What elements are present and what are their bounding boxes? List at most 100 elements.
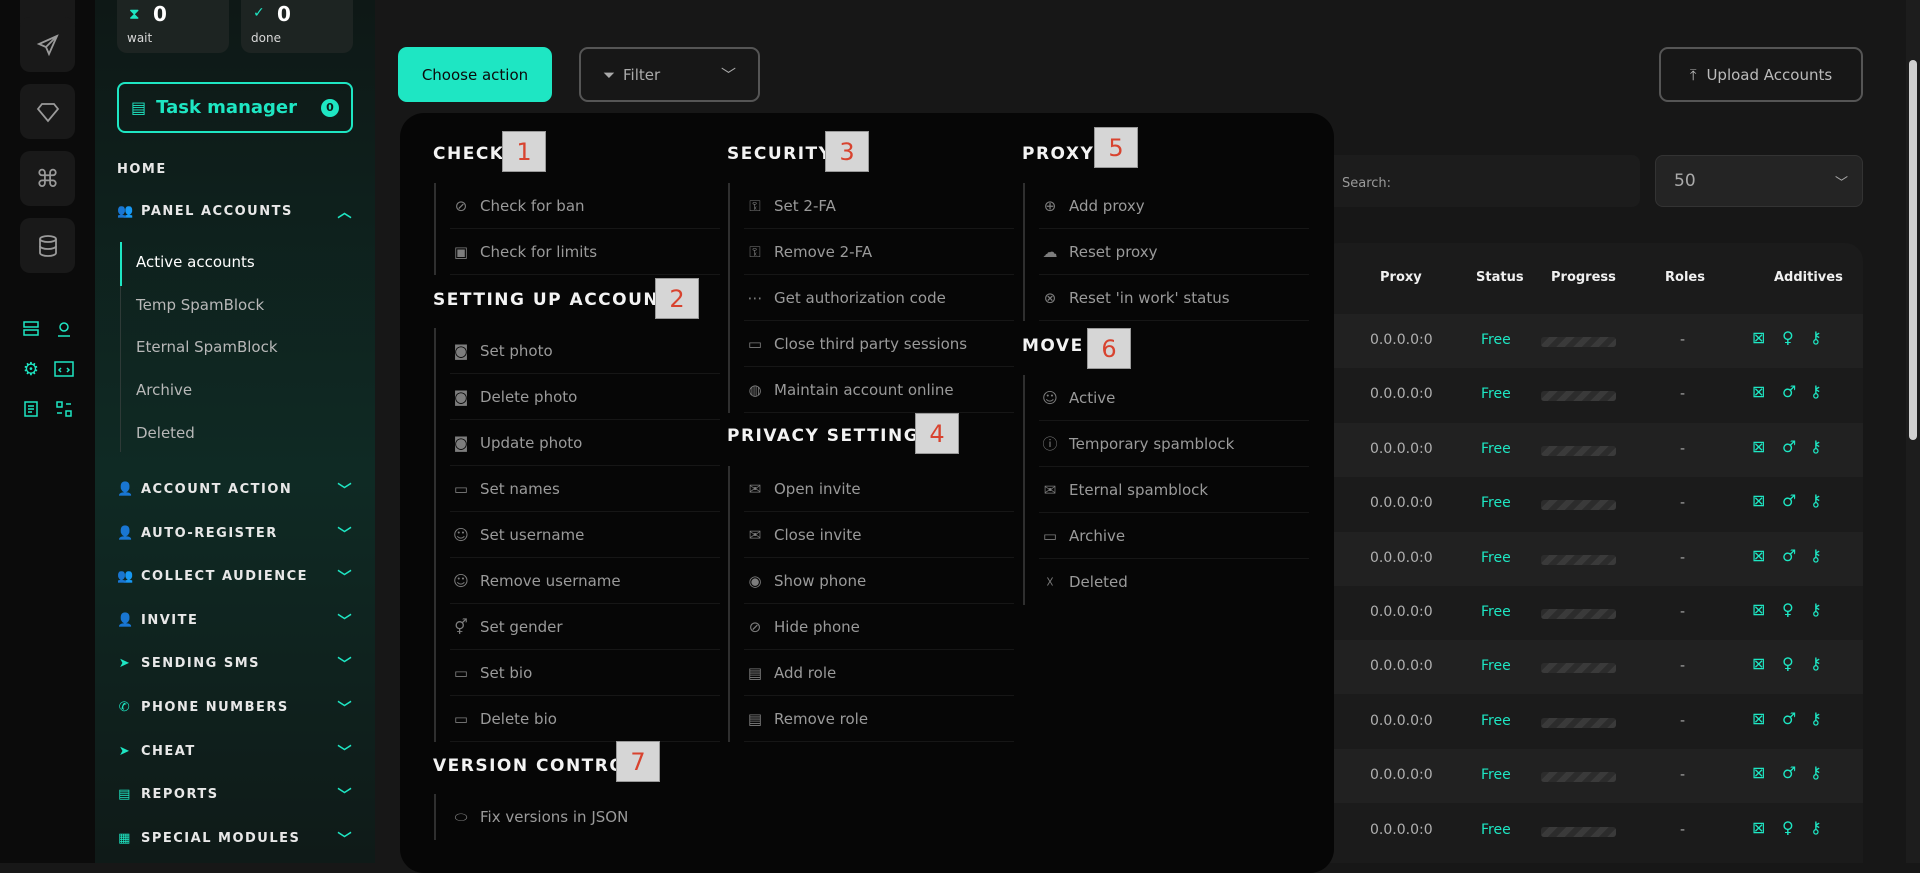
diamond-icon[interactable]: [20, 84, 75, 139]
table-row[interactable]: 0.0.0.0:0 Free - ⊠ ♀ ⚷: [1320, 640, 1863, 695]
command-icon[interactable]: ⌘: [20, 151, 75, 206]
session-icon[interactable]: ⊠: [1752, 546, 1765, 565]
menu-item-check-for-ban[interactable]: ⊘ Check for ban: [450, 183, 720, 229]
key-icon[interactable]: ⚷: [1810, 654, 1822, 673]
table-row[interactable]: 0.0.0.0:0 Free - ⊠ ♀ ⚷: [1320, 586, 1863, 640]
per-page-select[interactable]: 50 ﹀: [1655, 155, 1863, 207]
menu-item-close-invite[interactable]: ✉ Close invite: [744, 512, 1014, 558]
table-row[interactable]: 0.0.0.0:0 Free - ⊠ ♂ ⚷: [1320, 422, 1863, 477]
key-icon[interactable]: ⚷: [1810, 709, 1822, 728]
menu-item-eternal-spamblock[interactable]: ✉ Eternal spamblock: [1039, 467, 1309, 513]
session-icon[interactable]: ⊠: [1752, 709, 1765, 728]
gender-icon[interactable]: ♀: [1782, 818, 1794, 837]
sidebar-item-deleted[interactable]: Deleted: [136, 424, 195, 442]
send-icon[interactable]: [20, 17, 75, 72]
menu-item-check-for-limits[interactable]: ▣ Check for limits: [450, 229, 720, 275]
sidebar-item-archive[interactable]: Archive: [136, 381, 192, 399]
location-icon[interactable]: [53, 318, 75, 340]
sidebar-item-active-accounts[interactable]: Active accounts: [136, 253, 255, 271]
key-icon[interactable]: ⚷: [1810, 763, 1822, 782]
key-icon[interactable]: ⚷: [1810, 546, 1822, 565]
modules-icon[interactable]: [53, 398, 75, 420]
menu-item-set-2fa[interactable]: ⚿ Set 2-FA: [744, 183, 1014, 229]
search-input[interactable]: Search:: [1320, 155, 1640, 207]
gender-icon[interactable]: ♂: [1782, 382, 1796, 401]
session-icon[interactable]: ⊠: [1752, 818, 1765, 837]
nav-cheat[interactable]: ➤ CHEAT ﹀: [117, 744, 353, 761]
gender-icon[interactable]: ♂: [1782, 763, 1796, 782]
table-row[interactable]: 0.0.0.0:0 Free - ⊠ ♂ ⚷: [1320, 368, 1863, 422]
nav-reports[interactable]: ▤ REPORTS ﹀: [117, 787, 353, 804]
menu-item-update-photo[interactable]: ◙ Update photo: [450, 420, 720, 466]
session-icon[interactable]: ⊠: [1752, 763, 1765, 782]
menu-item-set-username[interactable]: ☺ Set username: [450, 512, 720, 558]
scrollbar-thumb[interactable]: [1909, 60, 1917, 440]
session-icon[interactable]: ⊠: [1752, 600, 1765, 619]
menu-item-remove-username[interactable]: ☺ Remove username: [450, 558, 720, 604]
key-icon[interactable]: ⚷: [1810, 491, 1822, 510]
table-row[interactable]: 0.0.0.0:0 Free - ⊠ ♂ ⚷: [1320, 749, 1863, 804]
session-icon[interactable]: ⊠: [1752, 491, 1765, 510]
menu-item-set-photo[interactable]: ◙ Set photo: [450, 328, 720, 374]
session-icon[interactable]: ⊠: [1752, 382, 1765, 401]
gender-icon[interactable]: ♂: [1782, 491, 1796, 510]
nav-sending-sms[interactable]: ➤ SENDING SMS ﹀: [117, 656, 353, 673]
menu-item-remove-2fa[interactable]: ⚿ Remove 2-FA: [744, 229, 1014, 275]
column-header-additives[interactable]: Additives: [1774, 270, 1843, 285]
gender-icon[interactable]: ♂: [1782, 437, 1796, 456]
sidebar-item-temp-spamblock[interactable]: Temp SpamBlock: [136, 296, 264, 314]
menu-item-add-proxy[interactable]: ⊕ Add proxy: [1039, 183, 1309, 229]
gender-icon[interactable]: ♀: [1782, 328, 1794, 347]
table-row[interactable]: 0.0.0.0:0 Free - ⊠ ♂ ⚷: [1320, 477, 1863, 531]
filter-dropdown[interactable]: ⏷ Filter ﹀: [579, 47, 760, 102]
menu-item-move-archive[interactable]: ▭ Archive: [1039, 513, 1309, 559]
gender-icon[interactable]: ♀: [1782, 600, 1794, 619]
report-icon[interactable]: [20, 398, 42, 420]
menu-item-maintain-account-online[interactable]: ◍ Maintain account online: [744, 367, 1014, 413]
nav-special-modules[interactable]: ▦ SPECIAL MODULES ﹀: [117, 831, 353, 848]
code-window-icon[interactable]: [53, 358, 75, 380]
table-row[interactable]: 0.0.0.0:0 Free - ⊠ ♂ ⚷: [1320, 531, 1863, 586]
upload-accounts-button[interactable]: ⤒ Upload Accounts: [1659, 47, 1863, 102]
menu-item-show-phone[interactable]: ◉ Show phone: [744, 558, 1014, 604]
session-icon[interactable]: ⊠: [1752, 328, 1765, 347]
menu-item-add-role[interactable]: ▤ Add role: [744, 650, 1014, 696]
menu-item-remove-role[interactable]: ▤ Remove role: [744, 696, 1014, 742]
menu-item-move-active[interactable]: ☺ Active: [1039, 375, 1309, 421]
nav-collect-audience[interactable]: 👥 COLLECT AUDIENCE ﹀: [117, 569, 353, 586]
task-manager-button[interactable]: ▤ Task manager 0: [117, 82, 353, 133]
menu-item-set-bio[interactable]: ▭ Set bio: [450, 650, 720, 696]
database-icon[interactable]: [20, 218, 75, 273]
menu-item-open-invite[interactable]: ✉ Open invite: [744, 466, 1014, 512]
menu-item-temporary-spamblock[interactable]: ⓘ Temporary spamblock: [1039, 421, 1309, 467]
nav-home[interactable]: HOME: [117, 162, 353, 177]
column-header-progress[interactable]: Progress: [1551, 270, 1616, 285]
sidebar-item-eternal-spamblock[interactable]: Eternal SpamBlock: [136, 338, 278, 356]
menu-item-fix-versions-json[interactable]: ⬭ Fix versions in JSON: [450, 794, 720, 840]
key-icon[interactable]: ⚷: [1810, 328, 1822, 347]
menu-item-reset-in-work-status[interactable]: ⊗ Reset 'in work' status: [1039, 275, 1309, 321]
session-icon[interactable]: ⊠: [1752, 437, 1765, 456]
menu-item-move-deleted[interactable]: ☓ Deleted: [1039, 559, 1309, 605]
nav-account-action[interactable]: 👤 ACCOUNT ACTION ﹀: [117, 482, 353, 499]
menu-item-get-authorization-code[interactable]: ⋯ Get authorization code: [744, 275, 1014, 321]
nav-auto-register[interactable]: 👤 AUTO-REGISTER ﹀: [117, 526, 353, 543]
column-header-status[interactable]: Status: [1476, 270, 1524, 285]
key-icon[interactable]: ⚷: [1810, 382, 1822, 401]
key-icon[interactable]: ⚷: [1810, 437, 1822, 456]
column-header-roles[interactable]: Roles: [1665, 270, 1705, 285]
table-row[interactable]: 0.0.0.0:0 Free - ⊠ ♀ ⚷: [1320, 804, 1863, 858]
menu-item-close-third-party-sessions[interactable]: ▭ Close third party sessions: [744, 321, 1014, 367]
table-row[interactable]: 0.0.0.0:0 Free - ⊠ ♂ ⚷: [1320, 695, 1863, 749]
nav-panel-accounts[interactable]: 👥 PANEL ACCOUNTS ︿: [117, 204, 353, 221]
nav-invite[interactable]: 👤 INVITE ﹀: [117, 613, 353, 630]
table-row[interactable]: 0.0.0.0:0 Free - ⊠ ♀ ⚷: [1320, 314, 1863, 368]
menu-item-delete-bio[interactable]: ▭ Delete bio: [450, 696, 720, 742]
gender-icon[interactable]: ♂: [1782, 546, 1796, 565]
gear-icon[interactable]: ⚙: [20, 358, 42, 380]
session-icon[interactable]: ⊠: [1752, 654, 1765, 673]
key-icon[interactable]: ⚷: [1810, 818, 1822, 837]
key-icon[interactable]: ⚷: [1810, 600, 1822, 619]
menu-item-set-gender[interactable]: ⚥ Set gender: [450, 604, 720, 650]
menu-item-set-names[interactable]: ▭ Set names: [450, 466, 720, 512]
